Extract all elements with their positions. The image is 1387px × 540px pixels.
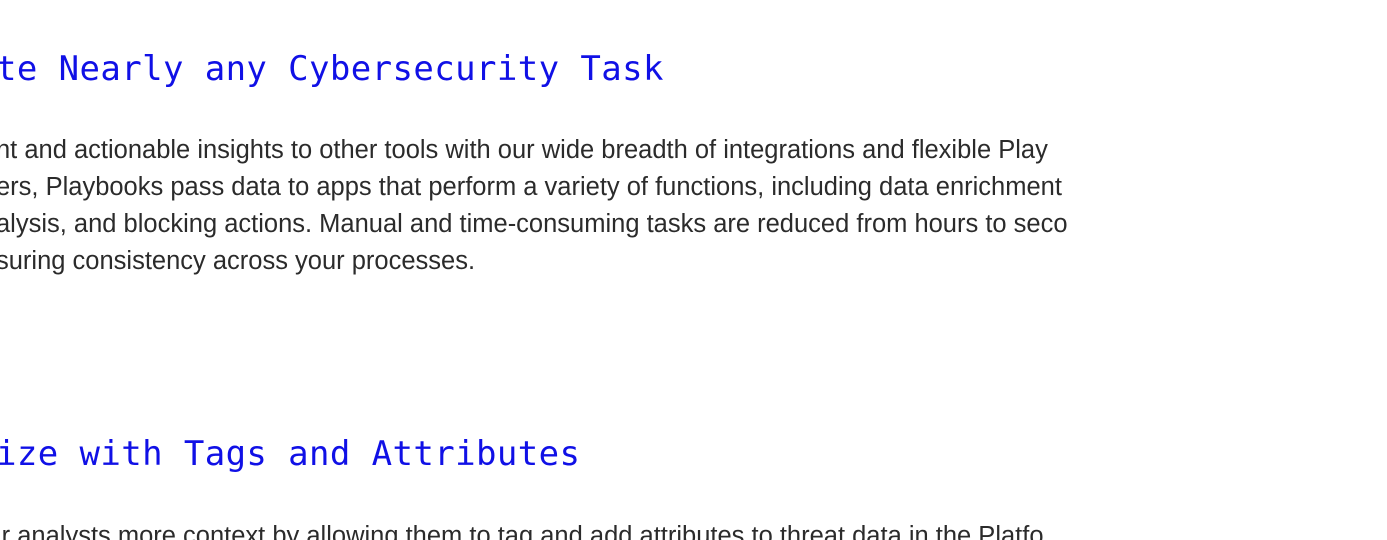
- paragraph-line: suring consistency across your processes…: [0, 247, 476, 275]
- paragraph-line: ir analysts more context by allowing the…: [0, 522, 1044, 540]
- section-heading-automate: te Nearly any Cybersecurity Task: [0, 49, 664, 89]
- section-paragraph-automate: nt and actionable insights to other tool…: [0, 132, 1068, 280]
- section-paragraph-tags-attributes: ir analysts more context by allowing the…: [0, 518, 1044, 540]
- paragraph-line: ers, Playbooks pass data to apps that pe…: [0, 173, 1062, 201]
- section-heading-tags-attributes: ize with Tags and Attributes: [0, 434, 581, 474]
- paragraph-line: nt and actionable insights to other tool…: [0, 136, 1048, 164]
- paragraph-line: alysis, and blocking actions. Manual and…: [0, 210, 1068, 238]
- page: te Nearly any Cybersecurity Task nt and …: [0, 0, 1387, 540]
